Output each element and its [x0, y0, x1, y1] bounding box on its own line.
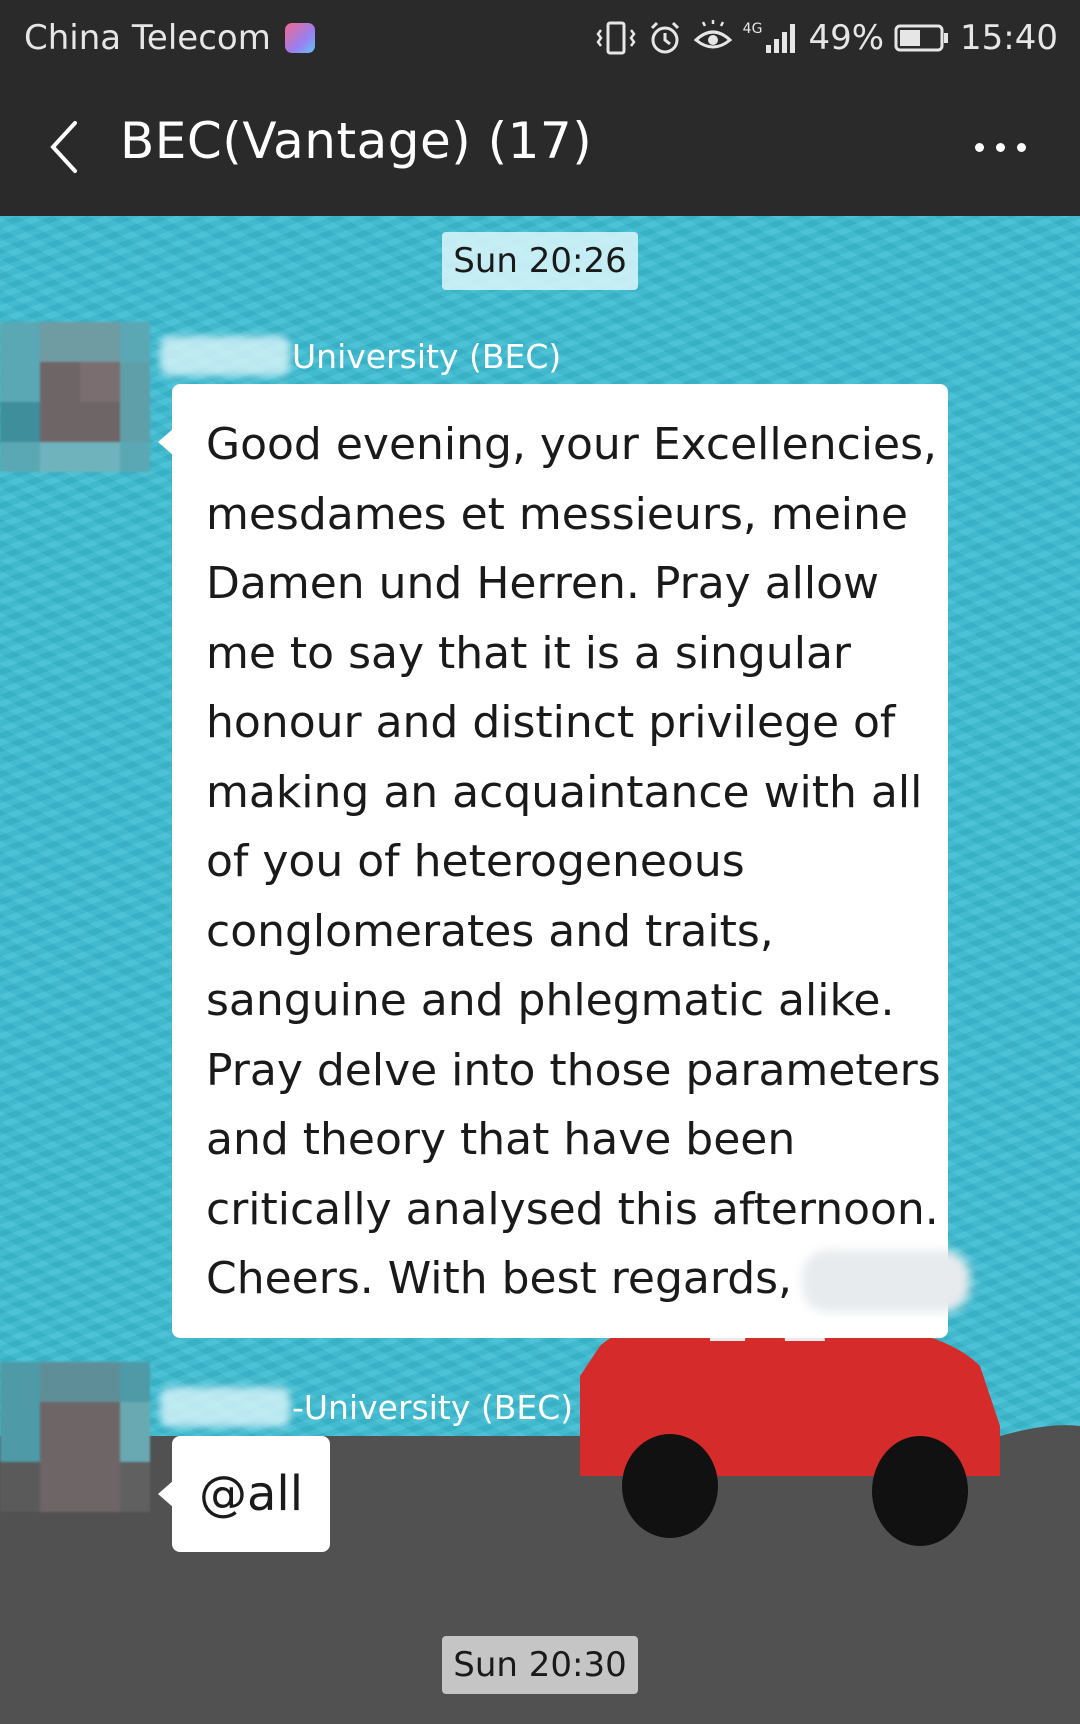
sender-name: University (BEC)	[160, 336, 561, 376]
eye-icon	[693, 20, 733, 56]
battery-percent: 49%	[808, 18, 885, 58]
message-line: me to say that it is a singular	[206, 627, 852, 679]
back-button[interactable]	[30, 112, 100, 182]
message-line: mesdames et messieurs, meine	[206, 488, 908, 540]
message-line: making an acquaintance with all	[206, 766, 923, 818]
vibrate-icon	[595, 20, 637, 56]
more-icon	[974, 142, 984, 152]
avatar[interactable]	[0, 1362, 150, 1512]
message-line: of you of heterogeneous	[206, 836, 745, 887]
message-line: sanguine and phlegmatic alike.	[206, 975, 895, 1026]
redacted-name	[160, 336, 290, 376]
message-line: critically analysed this afternoon.	[206, 1183, 939, 1235]
back-icon	[50, 121, 77, 173]
status-icons: 4G 49% 15:40	[595, 16, 1058, 60]
alarm-icon	[647, 20, 683, 56]
timestamp: Sun 20:30	[442, 1636, 638, 1694]
sender-name: -University (BEC)	[160, 1387, 573, 1427]
message-line: honour and distinct privilege of	[206, 697, 896, 748]
clock: 15:40	[960, 18, 1058, 58]
carrier-app-icon	[284, 23, 315, 53]
timestamp: Sun 20:26	[442, 232, 638, 290]
avatar[interactable]	[0, 322, 150, 472]
message-bubble[interactable]: @all	[158, 1436, 330, 1552]
message-line-signoff: Cheers. With best regards,	[206, 1244, 971, 1314]
message-line: Pray delve into those parameters	[206, 1044, 941, 1096]
more-button[interactable]	[960, 122, 1040, 172]
carrier: China Telecom	[24, 18, 315, 58]
redacted-signature	[802, 1250, 971, 1312]
network-label: 4G	[742, 21, 763, 37]
chat-title: BEC(Vantage) (17)	[120, 112, 593, 170]
chat-header: BEC(Vantage) (17)	[0, 76, 1080, 216]
message-line: Damen und Herren. Pray allow	[206, 558, 880, 609]
redacted-name	[160, 1387, 290, 1427]
status-bar: China Telecom 4G 49% 15:40	[0, 0, 1080, 76]
message-line: and theory that have been	[206, 1114, 796, 1165]
battery-icon	[894, 23, 950, 53]
message-bubble[interactable]: Good evening, your Excellencies, mesdame…	[158, 384, 971, 1338]
carrier-name: China Telecom	[24, 18, 271, 58]
message-line: Good evening, your Excellencies,	[206, 419, 937, 470]
message-text: @all	[198, 1466, 304, 1522]
message-line: conglomerates and traits,	[206, 905, 774, 957]
signal-icon: 4G	[743, 21, 799, 55]
